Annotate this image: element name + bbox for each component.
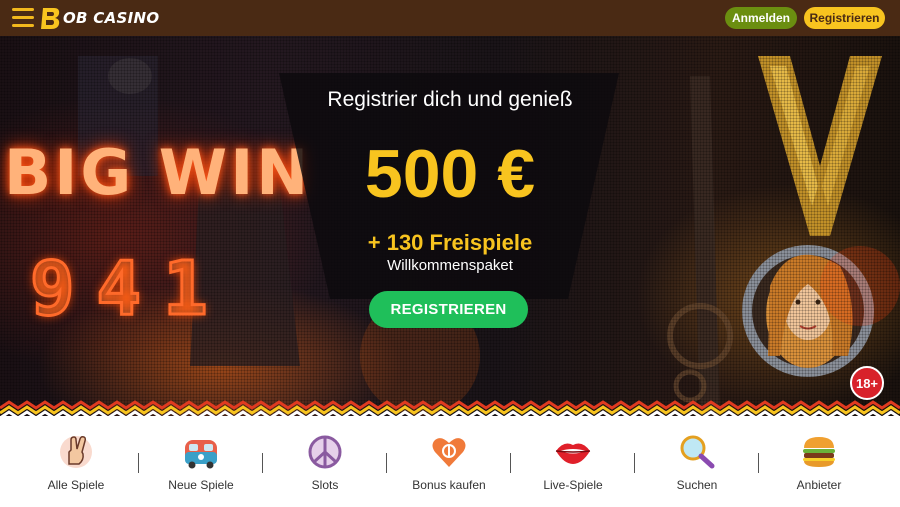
hippie-van-icon xyxy=(185,440,217,469)
category-label: Slots xyxy=(311,478,339,492)
promo-package-label: Willkommenspaket xyxy=(387,257,513,274)
hamburger-menu-icon[interactable] xyxy=(12,8,34,28)
category-label: Anbieter xyxy=(796,478,842,492)
promo-free-spins: + 130 Freispiele xyxy=(367,230,533,255)
category-all-games[interactable]: Alle Spiele xyxy=(14,434,138,498)
category-providers[interactable]: Anbieter xyxy=(757,434,881,498)
logo-b-icon xyxy=(41,8,60,29)
peace-sign-icon xyxy=(308,435,342,469)
bob-casino-logo[interactable]: OB CASINO xyxy=(40,5,159,31)
register-cta-button[interactable]: REGISTRIEREN xyxy=(369,291,528,328)
category-bonus-buy[interactable]: Bonus kaufen xyxy=(387,434,511,498)
heart-icon xyxy=(432,438,466,467)
category-label: Neue Spiele xyxy=(168,478,234,492)
category-live-games[interactable]: Live-Spiele xyxy=(511,434,635,498)
lips-icon xyxy=(555,443,591,464)
age-restriction-badge: 18+ xyxy=(850,366,884,400)
peace-hand-icon xyxy=(60,436,92,468)
promo-amount: 500 € xyxy=(364,136,536,212)
category-label: Live-Spiele xyxy=(543,478,603,492)
zigzag-divider xyxy=(0,400,900,420)
register-button[interactable]: Registrieren xyxy=(804,7,885,29)
category-label: Alle Spiele xyxy=(47,478,105,492)
login-button[interactable]: Anmelden xyxy=(725,7,797,29)
category-search[interactable]: Suchen xyxy=(635,434,759,498)
top-header: OB CASINO Anmelden Registrieren xyxy=(0,0,900,36)
category-label: Suchen xyxy=(676,478,718,492)
category-new-games[interactable]: Neue Spiele xyxy=(139,434,263,498)
category-label: Bonus kaufen xyxy=(412,478,486,492)
slot-number-text: 941 xyxy=(29,245,230,334)
burger-icon xyxy=(803,437,835,467)
magnifier-icon xyxy=(680,435,715,469)
logo-text: OB CASINO xyxy=(63,9,160,27)
promo-title: Registrier dich und genieß xyxy=(327,88,573,111)
category-slots[interactable]: Slots xyxy=(263,434,387,498)
